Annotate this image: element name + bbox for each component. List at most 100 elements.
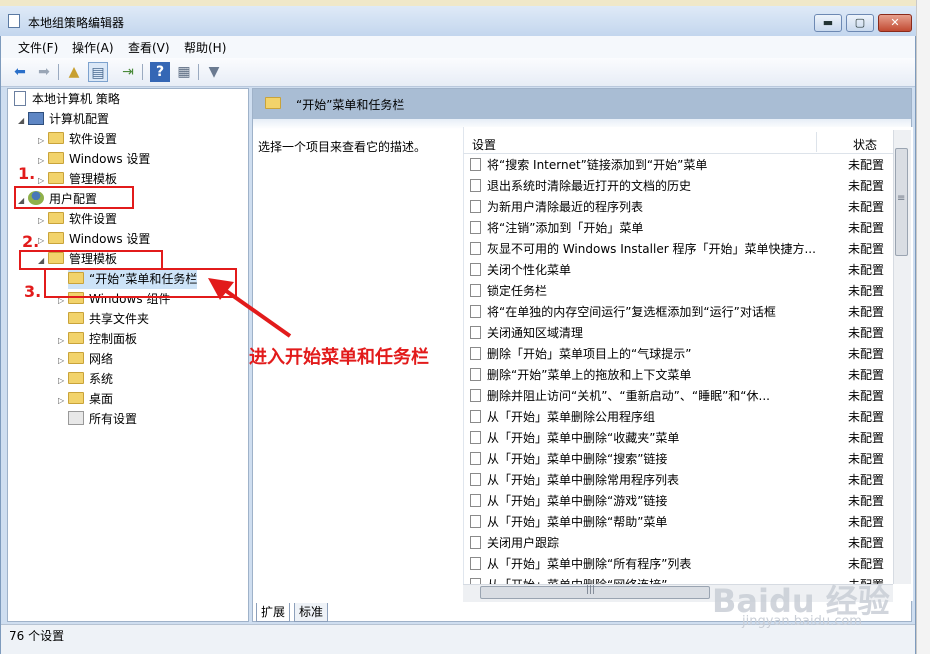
annotation-step-1: 1.	[18, 164, 36, 183]
folder-icon	[265, 97, 281, 109]
column-header	[463, 133, 893, 154]
up-folder-icon[interactable]: ▲	[64, 62, 84, 82]
tree-item-network[interactable]: ▷ 网络	[58, 349, 113, 369]
list-item[interactable]: 删除「开始」菜单项目上的“气球提示” 未配置	[470, 344, 890, 365]
collapsed-arrow-icon[interactable]: ▷	[38, 231, 48, 251]
policy-setting-icon	[470, 410, 481, 423]
tree-item-shared-folders[interactable]: 共享文件夹	[68, 309, 149, 329]
annotation-box-user-config	[14, 186, 134, 209]
toolbar-separator	[142, 64, 143, 80]
list-item[interactable]: 从「开始」菜单中删除“游戏”链接 未配置	[470, 491, 890, 512]
menu-action[interactable]: 操作(A)	[72, 39, 114, 56]
tree-item-c-software[interactable]: ▷ 软件设置	[38, 129, 117, 149]
list-item[interactable]: 关闭用户跟踪 未配置	[470, 533, 890, 554]
policy-icon	[14, 91, 26, 106]
setting-state: 未配置	[848, 473, 885, 487]
policy-setting-icon	[470, 242, 481, 255]
collapsed-arrow-icon[interactable]: ▷	[38, 131, 48, 151]
annotation-step-3: 3.	[24, 282, 42, 301]
menu-file[interactable]: 文件(F)	[18, 39, 58, 56]
back-arrow-icon[interactable]: ⬅	[10, 62, 30, 82]
tree-item-u-software[interactable]: ▷ 软件设置	[38, 209, 117, 229]
tree-item-computer-config[interactable]: ◢ 计算机配置	[18, 109, 109, 129]
collapsed-arrow-icon[interactable]: ▷	[58, 331, 68, 351]
show-hide-tree-icon[interactable]: ▤	[88, 62, 108, 82]
setting-name: 锁定任务栏	[487, 284, 548, 298]
folder-icon	[48, 152, 64, 164]
list-item[interactable]: 灰显不可用的 Windows Installer 程序「开始」菜单快捷方... 未…	[470, 239, 890, 260]
list-item[interactable]: 将“注销”添加到「开始」菜单 未配置	[470, 218, 890, 239]
column-setting[interactable]: 设置	[472, 136, 496, 153]
annotation-arrow-icon	[208, 278, 292, 338]
tree-item-c-windows[interactable]: ▷ Windows 设置	[38, 149, 150, 169]
list-item[interactable]: 将“在单独的内存空间运行”复选框添加到“运行”对话框 未配置	[470, 302, 890, 323]
menu-help[interactable]: 帮助(H)	[184, 39, 226, 56]
list-item[interactable]: 从「开始」菜单中删除常用程序列表 未配置	[470, 470, 890, 491]
setting-state: 未配置	[848, 305, 885, 319]
list-item[interactable]: 从「开始」菜单中删除“所有程序”列表 未配置	[470, 554, 890, 575]
tab-standard[interactable]: 标准	[294, 603, 329, 622]
policy-setting-icon	[470, 158, 481, 171]
export-list-icon[interactable]: ⇥	[118, 62, 138, 82]
column-state[interactable]: 状态	[853, 136, 877, 153]
setting-state: 未配置	[848, 431, 885, 445]
tree-item-all-settings[interactable]: 所有设置	[68, 409, 137, 429]
help-icon[interactable]: ?	[150, 62, 170, 82]
collapsed-arrow-icon[interactable]: ▷	[58, 391, 68, 411]
setting-name: 删除“开始”菜单上的拖放和上下文菜单	[487, 368, 692, 382]
expanded-arrow-icon[interactable]: ◢	[18, 111, 28, 131]
list-item[interactable]: 为新用户清除最近的程序列表 未配置	[470, 197, 890, 218]
setting-name: 从「开始」菜单中删除常用程序列表	[487, 473, 680, 487]
policy-setting-icon	[470, 326, 481, 339]
column-divider[interactable]	[816, 132, 817, 152]
list-item[interactable]: 删除并阻止访问“关机”、“重新启动”、“睡眠”和“休... 未配置	[470, 386, 890, 407]
tree-item-root[interactable]: 本地计算机 策略	[14, 89, 120, 109]
tree-item-u-windows[interactable]: ▷ Windows 设置	[38, 229, 150, 249]
list-item[interactable]: 将“搜索 Internet”链接添加到“开始”菜单 未配置	[470, 155, 890, 176]
details-title: “开始”菜单和任务栏	[296, 98, 405, 112]
tree-item-system[interactable]: ▷ 系统	[58, 369, 113, 389]
collapsed-arrow-icon[interactable]: ▷	[38, 151, 48, 171]
forward-arrow-icon[interactable]: ➡	[34, 62, 54, 82]
list-item[interactable]: 退出系统时清除最近打开的文档的历史 未配置	[470, 176, 890, 197]
setting-name: 将“搜索 Internet”链接添加到“开始”菜单	[487, 158, 708, 172]
folder-icon	[68, 352, 84, 364]
folder-icon	[68, 372, 84, 384]
setting-state: 未配置	[848, 452, 885, 466]
setting-state: 未配置	[848, 158, 885, 172]
maximize-button[interactable]: ▢	[846, 14, 874, 32]
horizontal-scroll-thumb[interactable]: |||	[480, 585, 710, 599]
list-item[interactable]: 关闭个性化菜单 未配置	[470, 260, 890, 281]
policy-setting-icon	[470, 200, 481, 213]
toolbar-separator	[198, 64, 199, 80]
filter-icon[interactable]: ▼	[204, 62, 224, 82]
list-item[interactable]: 从「开始」菜单删除公用程序组 未配置	[470, 407, 890, 428]
tree-item-desktop[interactable]: ▷ 桌面	[58, 389, 113, 409]
list-item[interactable]: 锁定任务栏 未配置	[470, 281, 890, 302]
close-button[interactable]: ✕	[878, 14, 912, 32]
list-item[interactable]: 从「开始」菜单中删除“帮助”菜单 未配置	[470, 512, 890, 533]
list-item[interactable]: 从「开始」菜单中删除“收藏夹”菜单 未配置	[470, 428, 890, 449]
list-item[interactable]: 从「开始」菜单中删除“搜索”链接 未配置	[470, 449, 890, 470]
setting-name: 关闭个性化菜单	[487, 263, 572, 277]
properties-icon[interactable]: ▦	[174, 62, 194, 82]
menu-view[interactable]: 查看(V)	[128, 39, 170, 56]
title-bar[interactable]	[0, 6, 916, 36]
tab-extended[interactable]: 扩展	[256, 603, 291, 622]
computer-icon	[28, 112, 44, 125]
minimize-button[interactable]: ▬	[814, 14, 842, 32]
policy-setting-icon	[470, 389, 481, 402]
collapsed-arrow-icon[interactable]: ▷	[58, 351, 68, 371]
annotation-caption: 进入开始菜单和任务栏	[249, 347, 429, 368]
list-item[interactable]: 关闭通知区域清理 未配置	[470, 323, 890, 344]
folder-icon	[48, 212, 64, 224]
list-item[interactable]: 删除“开始”菜单上的拖放和上下文菜单 未配置	[470, 365, 890, 386]
tree-item-control-panel[interactable]: ▷ 控制面板	[58, 329, 137, 349]
collapsed-arrow-icon[interactable]: ▷	[38, 211, 48, 231]
policy-setting-icon	[470, 263, 481, 276]
setting-state: 未配置	[848, 347, 885, 361]
folder-icon	[48, 172, 64, 184]
collapsed-arrow-icon[interactable]: ▷	[58, 371, 68, 391]
vertical-scroll-thumb[interactable]: ≡	[895, 148, 908, 256]
setting-state: 未配置	[848, 200, 885, 214]
